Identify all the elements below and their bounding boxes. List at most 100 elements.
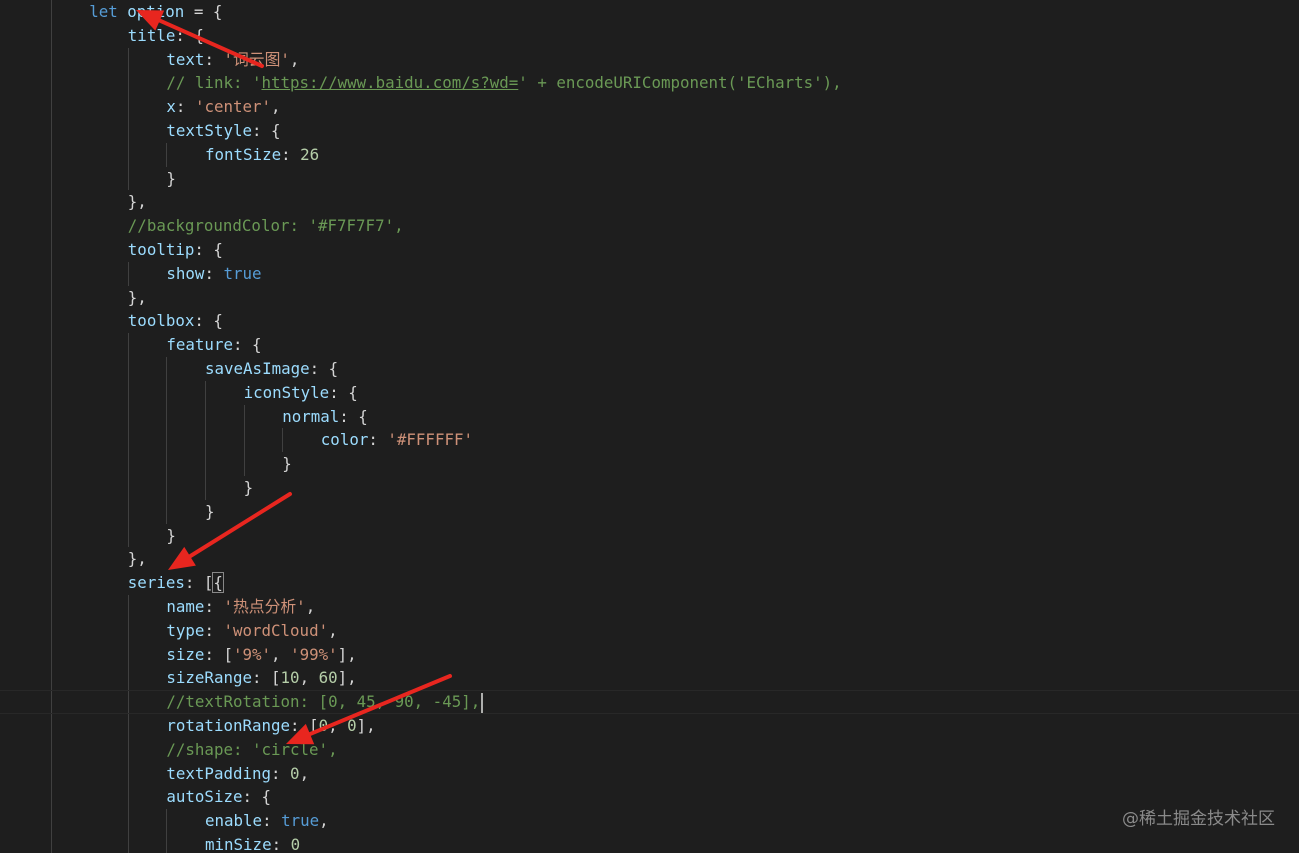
- code-token: name: [166, 597, 205, 616]
- code-line[interactable]: x: 'center',: [0, 95, 1299, 119]
- code-line[interactable]: feature: {: [0, 333, 1299, 357]
- indent-guide: [127, 714, 129, 738]
- code-line[interactable]: }: [0, 523, 1299, 548]
- code-text: feature: {: [166, 333, 261, 357]
- code-text: normal: {: [282, 405, 368, 429]
- code-token: //textRotation: [0, 45, 90, -45],: [166, 692, 481, 712]
- code-line[interactable]: },: [0, 547, 1299, 571]
- code-line[interactable]: type: 'wordCloud',: [0, 618, 1299, 643]
- indent-guide: [166, 833, 168, 853]
- code-token: }: [205, 501, 215, 521]
- code-token: ,: [289, 49, 300, 69]
- code-line[interactable]: textStyle: {: [0, 119, 1299, 143]
- code-line[interactable]: sizeRange: [10, 60],: [0, 666, 1299, 691]
- code-line[interactable]: normal: {: [0, 404, 1299, 429]
- code-line[interactable]: }: [0, 452, 1299, 476]
- code-text: series: [{: [128, 571, 224, 595]
- code-line[interactable]: series: [{: [0, 571, 1299, 595]
- code-token: :: [175, 97, 195, 117]
- code-line[interactable]: toolbox: {: [0, 309, 1299, 333]
- indent-guide: [127, 333, 129, 357]
- code-text: color: '#FFFFFF': [321, 428, 473, 452]
- code-token: : [: [252, 668, 281, 688]
- code-line[interactable]: minSize: 0: [0, 833, 1299, 853]
- code-line[interactable]: }: [0, 499, 1299, 524]
- code-token: 60: [318, 668, 338, 688]
- code-text: //shape: 'circle',: [166, 738, 337, 762]
- indent-guide: [243, 428, 245, 453]
- code-line[interactable]: show: true: [0, 261, 1299, 286]
- code-line[interactable]: //textRotation: [0, 45, 90, -45],: [0, 690, 1299, 714]
- indent-guide: [166, 452, 168, 476]
- indent-guide: [243, 404, 245, 429]
- code-line[interactable]: let option = {: [0, 0, 1299, 24]
- code-line[interactable]: rotationRange: [0, 0],: [0, 714, 1299, 738]
- code-token: x: [166, 97, 176, 117]
- code-token: }: [166, 525, 176, 545]
- code-token: color: [320, 430, 369, 450]
- code-token: autoSize: [166, 787, 243, 807]
- code-token: ],: [337, 644, 357, 664]
- code-token: textStyle: [166, 121, 252, 140]
- code-text: },: [128, 190, 147, 214]
- code-line[interactable]: // link: 'https://www.baidu.com/s?wd=' +…: [0, 71, 1299, 96]
- code-line[interactable]: textPadding: 0,: [0, 761, 1299, 786]
- code-token: 'center': [194, 97, 272, 117]
- code-token: },: [127, 549, 147, 569]
- code-token: let: [89, 2, 128, 21]
- code-token: ,: [328, 716, 348, 735]
- indent-guide: [127, 476, 129, 500]
- code-text: size: ['9%', '99%'],: [166, 643, 356, 667]
- code-token: true: [223, 263, 262, 283]
- code-token: 0: [290, 763, 300, 783]
- code-token: type: [166, 620, 205, 640]
- code-text: toolbox: {: [128, 309, 223, 333]
- code-token: ,: [328, 620, 338, 640]
- code-line[interactable]: tooltip: {: [0, 238, 1299, 262]
- code-text: rotationRange: [0, 0],: [166, 714, 375, 738]
- code-token: ,: [271, 644, 291, 664]
- code-text: }: [244, 476, 254, 500]
- code-line[interactable]: text: '词云图',: [0, 47, 1299, 72]
- code-token: '#FFFFFF': [387, 430, 473, 450]
- code-text: sizeRange: [10, 60],: [166, 666, 356, 690]
- indent-guide: [127, 618, 129, 643]
- code-token: size: [166, 644, 205, 664]
- code-token: true: [281, 811, 320, 831]
- code-line[interactable]: name: '热点分析',: [0, 595, 1299, 619]
- indent-guide: [282, 428, 284, 453]
- code-token: :: [271, 835, 291, 853]
- code-line[interactable]: iconStyle: {: [0, 380, 1299, 405]
- code-line[interactable]: title: {: [0, 24, 1299, 48]
- code-line[interactable]: size: ['9%', '99%'],: [0, 642, 1299, 667]
- indent-guide: [205, 428, 206, 453]
- code-line[interactable]: }: [0, 476, 1299, 500]
- code-line[interactable]: },: [0, 286, 1299, 310]
- indent-guide: [127, 380, 129, 405]
- code-text: let option = {: [89, 0, 222, 24]
- code-token: https://www.baidu.com/s?wd=: [261, 73, 519, 93]
- code-line[interactable]: //shape: 'circle',: [0, 737, 1299, 762]
- code-token: },: [127, 287, 147, 307]
- code-token: : {: [194, 240, 223, 259]
- code-editor[interactable]: let option = {title: {text: '词云图',// lin…: [0, 0, 1299, 853]
- code-token: '词云图': [223, 49, 290, 69]
- code-line[interactable]: }: [0, 166, 1299, 191]
- code-token: : {: [309, 359, 339, 378]
- code-line[interactable]: autoSize: {: [0, 785, 1299, 810]
- indent-guide: [127, 642, 129, 667]
- indent-guide: [166, 428, 168, 453]
- code-line[interactable]: color: '#FFFFFF': [0, 428, 1299, 453]
- code-line[interactable]: fontSize: 26: [0, 142, 1299, 167]
- code-token: minSize: [205, 835, 272, 853]
- code-token: :: [262, 811, 282, 831]
- code-line[interactable]: enable: true,: [0, 809, 1299, 833]
- code-line[interactable]: },: [0, 190, 1299, 214]
- code-text: },: [128, 547, 147, 571]
- code-line[interactable]: saveAsImage: {: [0, 357, 1299, 381]
- code-text: type: 'wordCloud',: [166, 619, 337, 643]
- code-token: : {: [175, 25, 204, 45]
- code-token: title: [127, 25, 176, 45]
- code-text: textPadding: 0,: [166, 762, 309, 786]
- code-line[interactable]: //backgroundColor: '#F7F7F7',: [0, 214, 1299, 238]
